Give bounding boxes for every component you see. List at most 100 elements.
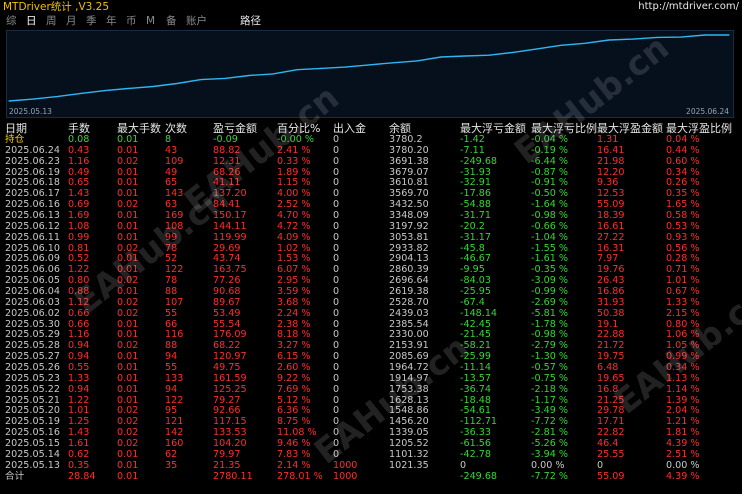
table-row[interactable]: 2025.06.24 0.43 0.01 43 88.82 2.41 % 0 3780.20-… — [0, 145, 742, 157]
balance-point — [512, 51, 514, 53]
cell-percent: 7.69 % — [277, 383, 311, 395]
table-row[interactable]: 2025.06.04 0.88 0.01 88 90.68 3.59 % 0 2619.38-… — [0, 286, 742, 298]
tab-account[interactable]: 账户 — [186, 15, 207, 28]
cell-lots: 0.99 — [68, 231, 90, 243]
tab-m[interactable]: M — [146, 15, 155, 28]
table-row[interactable]: 2025.05.14 0.62 0.01 62 79.97 7.83 % 0 1101.32-… — [0, 449, 742, 461]
cell-max-float-loss: -31.17 — [460, 231, 491, 243]
table-row[interactable]: 2025.06.23 1.16 0.02 109 12.31 0.33 % 0 3691.38… — [0, 155, 742, 168]
cell-percent: 278.01 % — [277, 470, 323, 482]
cell-percent: 0.33 % — [277, 155, 311, 167]
balance-point — [632, 38, 634, 40]
balance-point — [248, 74, 250, 77]
cell-deposit: 0 — [333, 383, 340, 395]
cell-max-float-loss-pct: 0.00 % — [531, 459, 565, 471]
period-tabs: 综 日 周 月 季 年 币 M 备 账户 路径 — [0, 14, 742, 29]
tab-quarter[interactable]: 季 — [86, 15, 97, 28]
cell-deposit: 0 — [333, 307, 340, 319]
balance-point — [224, 77, 226, 79]
tab-path[interactable]: 路径 — [240, 15, 261, 28]
cell-percent: 2.14 % — [277, 459, 311, 471]
table-row[interactable]: 2025.05.28 0.94 0.02 88 68.22 3.27 % 0 2153.91-… — [0, 340, 742, 352]
tab-year[interactable]: 年 — [106, 15, 117, 28]
balance-line — [8, 34, 729, 102]
table-row[interactable]: 2025.06.19 0.49 0.01 49 68.26 1.89 % 0 3679.07-… — [0, 167, 742, 179]
cell-balance: 3691.38 — [389, 155, 429, 167]
table-row[interactable]: 2025.06.03 1.12 0.02 107 89.67 3.68 % 0 2528.70… — [0, 297, 742, 309]
cell-profit: 2780.11 — [213, 470, 253, 482]
website-link[interactable]: http://mtdriver.com/ — [638, 0, 739, 14]
table-row[interactable]: 2025.05.13 0.35 0.01 35 21.35 2.14 % 1000 1021.… — [0, 459, 742, 472]
balance-point — [200, 79, 202, 81]
table-row[interactable]: 2025.06.10 0.81 0.02 78 29.69 1.02 % 0 2933.82-… — [0, 243, 742, 255]
balance-point — [416, 60, 418, 62]
open-positions-row[interactable]: 持仓 0.08 0.01 8 -0.09 -0.00 % 0 3780.2 -1.42 -0.04… — [0, 134, 742, 146]
cell-max-float-profit-pct: 0.00 % — [666, 459, 700, 471]
total-row[interactable]: 合计 28.84 0.01 2780.11 278.01 % 1000 -249.68 -7.… — [0, 470, 742, 483]
table-row[interactable]: 2025.06.18 0.65 0.01 65 41.11 1.15 % 0 3610.81-… — [0, 178, 742, 189]
table-row[interactable]: 2025.05.27 0.94 0.01 94 120.97 6.15 % 0 2085.69… — [0, 351, 742, 363]
cell-max-float-profit-pct: 0.60 % — [666, 155, 700, 167]
cell-max-lots: 0.01 — [117, 231, 139, 243]
cell-profit: 125.25 — [213, 383, 247, 395]
table-row[interactable]: 2025.05.26 0.55 0.01 55 49.75 2.60 % 0 1964.72-… — [0, 362, 742, 374]
balance-point — [440, 56, 442, 58]
table-row[interactable]: 2025.06.16 0.69 0.02 63 84.41 2.52 % 0 3432.50-… — [0, 199, 742, 211]
cell-count: 35 — [165, 459, 178, 471]
table-row[interactable]: 2025.06.12 1.08 0.01 108 144.11 4.72 % 0 3197.9… — [0, 221, 742, 233]
balance-chart-svg — [8, 34, 730, 102]
balance-point — [560, 44, 562, 46]
cell-count: 94 — [165, 383, 178, 395]
cell-lots: 0.94 — [68, 383, 90, 395]
tab-summary[interactable]: 综 — [6, 15, 17, 28]
tab-month[interactable]: 月 — [66, 15, 77, 28]
table-row[interactable]: 2025.05.15 1.61 0.02 160 104.20 9.46 % 0 1205.5… — [0, 438, 742, 450]
cell-count: 99 — [165, 231, 178, 243]
tab-currency[interactable]: 币 — [126, 15, 137, 28]
cell-max-float-loss-pct: -6.44 % — [531, 155, 568, 167]
table-row[interactable]: 2025.06.13 1.69 0.01 169 150.17 4.70 % 0 3348.0… — [0, 210, 742, 222]
table-row[interactable]: 2025.05.21 1.22 0.01 122 79.27 5.12 % 0 1628.13… — [0, 395, 742, 407]
chart-start-date: 2025.05.13 — [9, 107, 52, 116]
table-row[interactable]: 2025.05.19 1.25 0.02 121 117.15 8.75 % 0 1456.2… — [0, 416, 742, 428]
cell-profit: 53.49 — [213, 307, 241, 319]
balance-point — [176, 82, 178, 85]
cell-date: 2025.06.23 — [5, 155, 60, 167]
cell-max-float-profit-pct: 4.39 % — [666, 470, 700, 482]
table-row[interactable]: 2025.05.20 1.01 0.02 95 92.66 6.36 % 0 1548.86-… — [0, 406, 742, 417]
balance-chart: 2025.05.13 2025.06.24 — [6, 30, 734, 118]
cell-max-float-profit-pct: 0.93 % — [666, 231, 700, 243]
tab-week[interactable]: 周 — [46, 15, 57, 28]
cell-max-float-profit: 50.38 — [597, 307, 625, 319]
cell-max-float-loss: -148.14 — [460, 307, 498, 319]
table-row[interactable]: 2025.05.29 1.16 0.01 116 176.09 8.18 % 0 2330.0… — [0, 330, 742, 341]
tab-day[interactable]: 日 — [26, 15, 37, 28]
chart-end-date: 2025.06.24 — [686, 107, 729, 116]
table-row[interactable]: 2025.05.22 0.94 0.01 94 125.25 7.69 % 0 1753.38… — [0, 383, 742, 396]
cell-profit: 21.35 — [213, 459, 241, 471]
table-row[interactable]: 2025.06.05 0.80 0.02 78 77.26 2.95 % 0 2696.64-… — [0, 275, 742, 287]
cell-max-lots: 0.02 — [117, 307, 139, 319]
table-row[interactable]: 2025.05.16 1.43 0.02 142 133.53 11.08 % 0 1339.… — [0, 427, 742, 439]
balance-point — [152, 85, 154, 88]
cell-deposit: 1000 — [333, 459, 358, 471]
cell-percent: 4.09 % — [277, 231, 311, 243]
table-row[interactable]: 2025.06.02 0.66 0.02 55 53.49 2.24 % 0 2439.03 -… — [0, 307, 742, 320]
balance-point — [464, 55, 466, 57]
cell-date: 2025.05.13 — [5, 459, 60, 471]
balance-point — [488, 54, 490, 56]
cell-balance: 2439.03 — [389, 307, 429, 319]
table-row[interactable]: 2025.06.09 0.52 0.01 52 43.74 1.53 % 0 2904.13-… — [0, 254, 742, 265]
cell-max-float-profit: 27.22 — [597, 231, 625, 243]
cell-deposit: 0 — [333, 155, 340, 167]
table-header: 日期 手数 最大手数 次数 盈亏金额 百分比% 出入金 余额 最大浮亏金额 最大浮亏比例 最大浮盈金… — [0, 122, 742, 135]
table-row[interactable]: 2025.06.11 0.99 0.01 99 119.99 4.09 % 0 3053.81… — [0, 231, 742, 244]
cell-deposit: 0 — [333, 231, 340, 243]
table-row[interactable]: 2025.05.23 1.33 0.01 133 161.59 9.22 % 0 1914.9… — [0, 373, 742, 385]
table-row[interactable]: 2025.06.06 1.22 0.01 122 163.75 6.07 % 0 2860.3… — [0, 264, 742, 276]
app-window: MTDriver统计 ,V3.25 http://mtdriver.com/ 综… — [0, 0, 742, 494]
table-row[interactable]: 2025.06.17 1.43 0.01 143 137.20 4.00 % 0 3569.7… — [0, 188, 742, 200]
tab-notes[interactable]: 备 — [166, 15, 177, 28]
daily-stats-table: 持仓 0.08 0.01 8 -0.09 -0.00 % 0 3780.2 -1.42 -0.04… — [0, 134, 742, 483]
table-row[interactable]: 2025.05.30 0.66 0.01 66 55.54 2.38 % 0 2385.54-… — [0, 319, 742, 331]
